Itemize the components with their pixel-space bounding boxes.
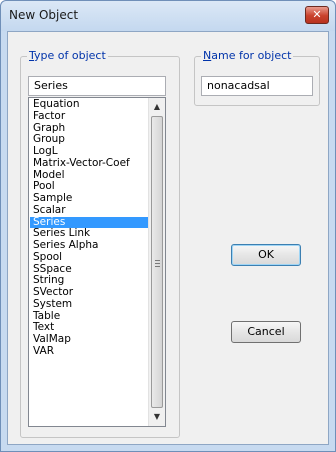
vertical-scrollbar[interactable]: ▲ ▼ <box>148 98 165 426</box>
list-item[interactable]: VAR <box>30 345 148 358</box>
list-item[interactable]: LogL <box>30 145 148 158</box>
list-items: Equation Factor Graph Group LogL Matrix-Vecto… <box>30 98 148 358</box>
list-item[interactable]: System <box>30 298 148 311</box>
list-item[interactable]: Scalar <box>30 204 148 217</box>
object-name-input[interactable]: nonacadsal <box>201 76 313 96</box>
type-of-object-label: Type of object <box>27 49 108 62</box>
window-title: New Object <box>9 8 79 22</box>
thumb-grip-line <box>155 266 160 267</box>
thumb-grip-line <box>155 260 160 261</box>
list-item[interactable]: SVector <box>30 286 148 299</box>
name-for-object-label: Name for object <box>201 49 294 62</box>
list-item[interactable]: Series Alpha <box>30 239 148 252</box>
new-object-dialog: New Object ✕ Type of object Series Equat… <box>0 0 336 452</box>
scroll-down-icon[interactable]: ▼ <box>149 409 165 425</box>
title-bar[interactable]: New Object ✕ <box>1 1 335 31</box>
list-item[interactable]: Factor <box>30 110 148 123</box>
list-item[interactable]: Sample <box>30 192 148 205</box>
list-item[interactable]: Equation <box>30 98 148 111</box>
list-item[interactable]: Spool <box>30 251 148 264</box>
scroll-up-icon[interactable]: ▲ <box>149 99 165 115</box>
object-type-list[interactable]: Equation Factor Graph Group LogL Matrix-Vecto… <box>28 97 166 427</box>
type-of-object-field[interactable]: Series <box>28 76 166 96</box>
close-button[interactable]: ✕ <box>305 6 329 24</box>
list-item[interactable]: Matrix-Vector-Coef <box>30 157 148 170</box>
cancel-button[interactable]: Cancel <box>231 321 301 343</box>
close-icon: ✕ <box>312 8 322 21</box>
list-item[interactable]: ValMap <box>30 333 148 346</box>
thumb-grip-line <box>155 263 160 264</box>
dialog-body: Type of object Series Equation Factor Grap… <box>7 31 329 445</box>
scrollbar-thumb[interactable] <box>151 116 163 408</box>
ok-button[interactable]: OK <box>231 244 301 266</box>
